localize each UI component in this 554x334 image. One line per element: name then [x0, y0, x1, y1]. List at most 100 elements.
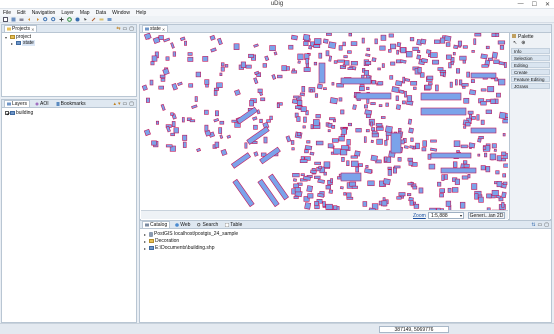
tab-map-state[interactable]: state ✕ [142, 25, 169, 32]
building-footprint [502, 133, 506, 137]
building-footprint [400, 47, 407, 54]
building-footprint [354, 150, 361, 157]
maximize-button[interactable]: ☐ [532, 1, 537, 8]
expand-icon[interactable]: ▸ [144, 232, 148, 237]
map-rendering[interactable] [141, 33, 508, 219]
expand-icon[interactable]: ▸ [144, 246, 148, 251]
minimize-view-icon[interactable]: ▭ [123, 101, 128, 107]
save-icon[interactable] [10, 17, 16, 22]
palette-create[interactable]: Create [511, 69, 550, 75]
minimize-view-icon[interactable]: ▭ [123, 26, 128, 32]
building-footprint [309, 89, 313, 93]
close-button[interactable]: ✕ [545, 1, 550, 8]
print-icon[interactable] [18, 17, 24, 22]
building-footprint [314, 201, 319, 206]
measure-icon[interactable] [98, 17, 104, 22]
building-footprint [480, 88, 487, 92]
tree-item-state[interactable]: ▸ state [11, 40, 35, 46]
refresh-icon[interactable] [66, 16, 72, 22]
tab-close-icon[interactable]: ✕ [162, 27, 165, 32]
collapse-icon[interactable]: ▾ [5, 35, 9, 40]
catalog-item-decoration[interactable]: ▸ Decoration [144, 238, 179, 244]
expand-icon[interactable]: ▸ [144, 239, 148, 244]
building-footprint [474, 33, 482, 37]
minimize-button[interactable]: — [518, 1, 524, 8]
zoom-link[interactable]: Zoom [413, 213, 426, 219]
building-footprint [409, 200, 414, 206]
building-footprint [158, 85, 164, 90]
palette-jgrass[interactable]: JGrass [511, 83, 550, 89]
building-footprint [491, 51, 498, 59]
undo-icon[interactable] [26, 17, 32, 22]
tab-projects[interactable]: Projects ✕ [4, 25, 38, 32]
move-down-icon[interactable]: ▾ [118, 101, 121, 107]
menu-navigation[interactable]: Navigation [32, 10, 56, 16]
palette-feature-editing[interactable]: Feature Editing [511, 76, 550, 82]
crs-button[interactable]: Generi...ian 2D [468, 212, 505, 219]
tab-aoi[interactable]: AOI [33, 100, 51, 107]
menu-data[interactable]: Data [96, 10, 107, 16]
info-icon[interactable] [74, 17, 80, 22]
building-footprint [467, 110, 474, 115]
zoom-in-icon[interactable] [42, 16, 48, 22]
edit-icon[interactable] [90, 17, 96, 22]
tab-table[interactable]: Table [223, 221, 244, 228]
palette-info[interactable]: Info [511, 48, 550, 54]
building-footprint [264, 55, 270, 62]
zoom-tool-icon[interactable]: ⊕ [521, 40, 525, 46]
building-footprint [413, 86, 417, 90]
layer-item-building[interactable]: building [5, 110, 33, 116]
building-footprint [351, 160, 359, 167]
building-footprint [391, 86, 400, 93]
minimize-view-icon[interactable]: ▭ [538, 222, 543, 228]
menu-window[interactable]: Window [112, 10, 130, 16]
maximize-view-icon[interactable]: ▢ [129, 101, 134, 107]
menu-edit[interactable]: Edit [17, 10, 26, 16]
select-icon[interactable] [82, 17, 88, 22]
link-icon[interactable]: ⇆ [116, 26, 120, 32]
building-footprint [390, 61, 396, 66]
palette-selection[interactable]: Selection [511, 55, 550, 61]
menu-help[interactable]: Help [136, 10, 146, 16]
web-icon [175, 222, 180, 227]
building-footprint [381, 63, 385, 68]
building-footprint [184, 40, 187, 46]
map-canvas[interactable] [141, 33, 508, 228]
tab-layers[interactable]: Layers [4, 100, 31, 107]
maximize-view-icon[interactable]: ▢ [544, 222, 549, 228]
scale-combo[interactable]: 1:5,888 ▾ [428, 212, 464, 219]
import-icon[interactable]: ⇅ [531, 222, 535, 228]
building-footprint [473, 38, 477, 45]
building-footprint [347, 50, 352, 54]
layer-visibility-checkbox[interactable] [5, 111, 9, 115]
building-footprint [370, 154, 378, 162]
menu-map[interactable]: Map [80, 10, 90, 16]
catalog-item-shapefile[interactable]: ▸ E:\Documents\building.shp [144, 245, 214, 251]
building-footprint [151, 55, 158, 62]
building-footprint [429, 147, 438, 152]
chevron-down-icon[interactable]: ▾ [460, 213, 462, 219]
menu-file[interactable]: File [3, 10, 11, 16]
tab-close-icon[interactable]: ✕ [31, 27, 34, 32]
tab-catalog[interactable]: Catalog [142, 221, 171, 228]
building-footprint [439, 193, 444, 198]
catalog-item-postgis[interactable]: ▸ PostGIS localhost/postgis_24_sample [144, 231, 238, 237]
tab-bookmarks[interactable]: Bookmarks [54, 100, 88, 107]
layer-icon[interactable] [106, 17, 112, 22]
zoom-out-icon[interactable] [50, 16, 56, 22]
expand-icon[interactable]: ▸ [11, 41, 15, 46]
building-footprint [322, 201, 326, 207]
maximize-view-icon[interactable]: ▢ [129, 26, 134, 32]
pan-icon[interactable] [58, 17, 64, 22]
select-tool-icon[interactable]: ↖ [513, 40, 517, 46]
building-footprint [388, 49, 392, 53]
redo-icon[interactable] [34, 17, 40, 22]
building-footprint [292, 173, 300, 178]
move-up-icon[interactable]: ▴ [114, 101, 117, 107]
new-icon[interactable] [2, 16, 8, 22]
building-footprint [304, 144, 313, 151]
menu-layer[interactable]: Layer [61, 10, 74, 16]
tab-search[interactable]: Search [195, 221, 220, 228]
palette-editing[interactable]: Editing [511, 62, 550, 68]
tab-web[interactable]: Web [173, 221, 192, 228]
